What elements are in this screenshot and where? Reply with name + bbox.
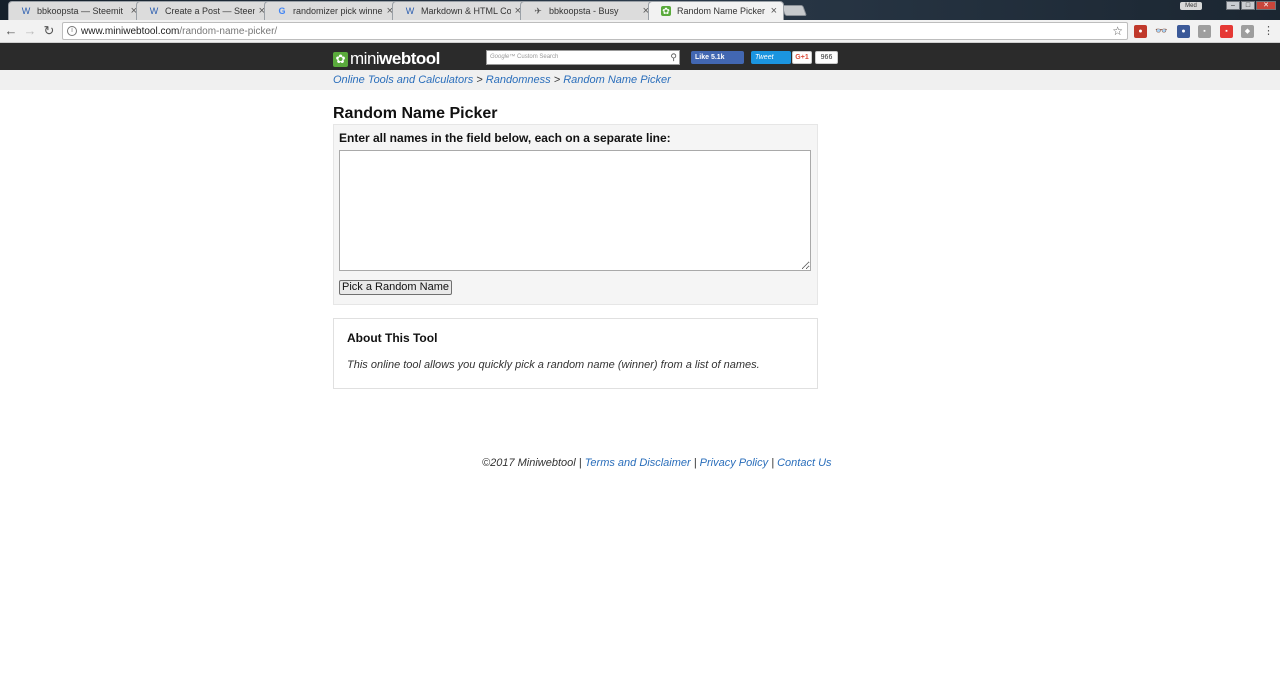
about-heading: About This Tool <box>347 331 438 345</box>
user-extension-icon[interactable]: ● <box>1177 25 1190 38</box>
miniwebtool-icon: ✿ <box>661 6 671 16</box>
reload-icon[interactable]: ↻ <box>42 24 56 38</box>
search-placeholder: Custom Search <box>517 54 559 60</box>
footer-copyright: ©2017 Miniwebtool <box>482 457 576 469</box>
translate-extension-icon[interactable]: ▪ <box>1220 25 1233 38</box>
browser-tab[interactable]: ✈ bbkoopsta - Busy × <box>520 1 656 20</box>
back-arrow-icon[interactable]: ← <box>4 24 18 38</box>
page-info-icon[interactable]: i <box>67 26 77 36</box>
breadcrumb-link-random-name-picker[interactable]: Random Name Picker <box>563 74 671 86</box>
busy-icon: ✈ <box>534 6 542 16</box>
browser-tab[interactable]: W bbkoopsta — Steemit × <box>8 1 144 20</box>
footer-separator: | <box>578 457 582 469</box>
tab-title: randomizer pick winner <box>293 6 383 16</box>
names-field-label: Enter all names in the field below, each… <box>339 131 671 145</box>
tab-title: Random Name Picker - C <box>677 6 767 16</box>
new-tab-button[interactable] <box>780 5 808 16</box>
footer-link-privacy[interactable]: Privacy Policy <box>700 457 768 469</box>
tab-title: bbkoopsta — Steemit <box>37 6 124 16</box>
forward-arrow-icon[interactable]: → <box>23 24 37 38</box>
gear-logo-icon: ✿ <box>333 51 348 67</box>
about-description: This online tool allows you quickly pick… <box>347 359 760 371</box>
browser-tab-strip: W bbkoopsta — Steemit × W Create a Post … <box>0 0 1280 20</box>
names-textarea[interactable] <box>339 150 811 271</box>
browser-tab[interactable]: W Markdown & HTML Cod × <box>392 1 528 20</box>
extension-icon[interactable]: ▪ <box>1198 25 1211 38</box>
breadcrumb-link-randomness[interactable]: Randomness <box>486 74 551 86</box>
breadcrumb: Online Tools and Calculators > Randomnes… <box>333 74 671 86</box>
tool-form: Enter all names in the field below, each… <box>333 124 818 305</box>
breadcrumb-link-online-tools[interactable]: Online Tools and Calculators <box>333 74 473 86</box>
facebook-like-label: Like 5.1k <box>695 54 725 61</box>
adblock-extension-icon[interactable]: ● <box>1134 25 1147 38</box>
breadcrumb-separator: > <box>476 74 483 86</box>
profile-button[interactable]: Med <box>1180 2 1202 10</box>
browser-tab[interactable]: W Create a Post — Steemit × <box>136 1 272 20</box>
window-close-icon[interactable]: ✕ <box>1256 1 1276 10</box>
search-icon[interactable]: ⚲ <box>670 51 677 64</box>
google-plus-count: 966 <box>815 51 838 64</box>
glasses-extension-icon[interactable]: 👓 <box>1155 25 1168 38</box>
maximize-icon[interactable]: □ <box>1241 1 1255 10</box>
site-logo[interactable]: ✿ mini webtool <box>333 49 440 69</box>
close-icon[interactable]: × <box>771 6 777 17</box>
menu-icon[interactable]: ⋮ <box>1262 25 1275 38</box>
footer-separator: | <box>693 457 697 469</box>
footer-link-contact[interactable]: Contact Us <box>777 457 831 469</box>
tab-title: Create a Post — Steemit <box>165 6 255 16</box>
search-brand: Google™ <box>490 54 516 60</box>
url-path: /random-name-picker/ <box>179 25 278 37</box>
steemit-icon: W <box>149 6 159 16</box>
url-host: www.miniwebtool.com <box>81 25 180 37</box>
tab-title: bbkoopsta - Busy <box>549 6 619 16</box>
address-bar[interactable]: i www.miniwebtool.com/random-name-picker… <box>62 22 1128 40</box>
facebook-like-button[interactable]: Like 5.1k <box>691 51 744 64</box>
logo-text-webtool: webtool <box>379 49 440 68</box>
breadcrumb-separator: > <box>553 74 561 86</box>
browser-tab[interactable]: G randomizer pick winner × <box>264 1 400 20</box>
footer-link-terms[interactable]: Terms and Disclaimer <box>585 457 691 469</box>
steemit-icon: W <box>405 6 415 16</box>
browser-toolbar: ← → ↻ i www.miniwebtool.com/random-name-… <box>0 20 1280 43</box>
minimize-icon[interactable]: – <box>1226 1 1240 10</box>
site-search-input[interactable]: Google™ Custom Search ⚲ <box>486 50 680 65</box>
tweet-label: Tweet <box>755 54 774 61</box>
tab-title: Markdown & HTML Cod <box>421 6 511 16</box>
footer-separator: | <box>771 457 775 469</box>
page-title: Random Name Picker <box>333 105 498 122</box>
steemit-icon: W <box>21 6 31 16</box>
google-icon: G <box>278 6 286 16</box>
extension-icon[interactable]: ◆ <box>1241 25 1254 38</box>
google-plus-button[interactable]: G+1 <box>792 51 812 64</box>
about-tool-box: About This Tool This online tool allows … <box>333 318 818 389</box>
pick-random-name-button[interactable]: Pick a Random Name <box>339 280 452 295</box>
logo-text-mini: mini <box>350 49 380 68</box>
tweet-button[interactable]: Tweet <box>751 51 791 64</box>
window-controls: – □ ✕ <box>1225 1 1276 10</box>
bookmark-star-icon[interactable]: ☆ <box>1112 24 1123 38</box>
browser-tab-active[interactable]: ✿ Random Name Picker - C × <box>648 1 784 20</box>
